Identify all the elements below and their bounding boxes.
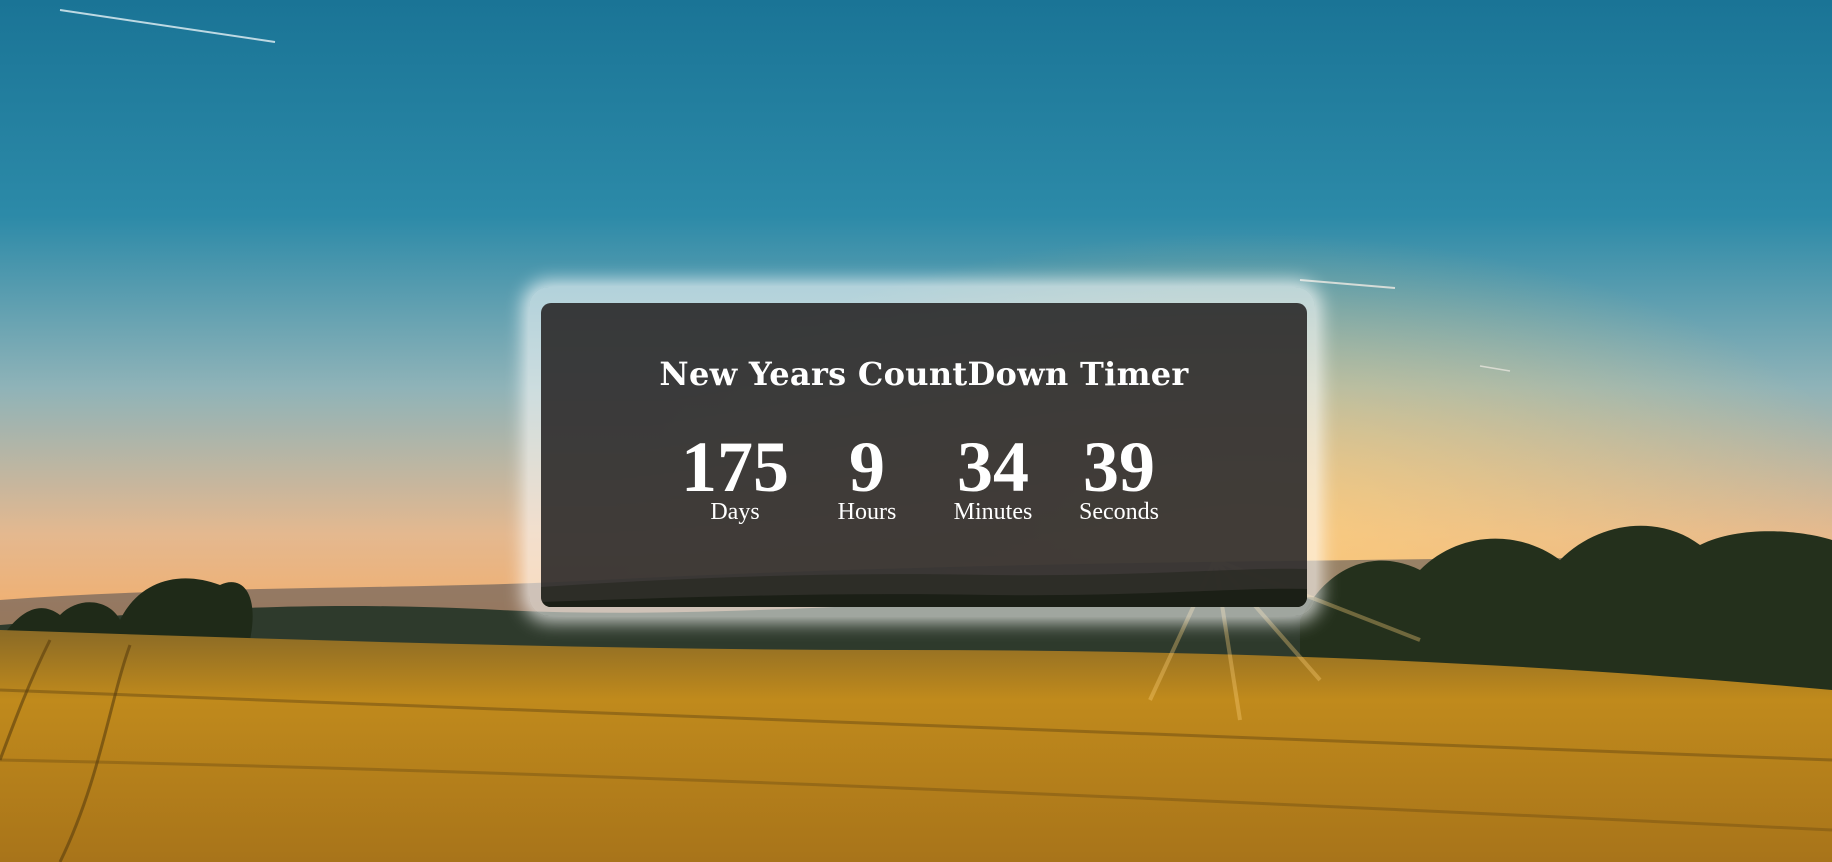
seconds-label: Seconds xyxy=(1079,499,1159,525)
days-value: 175 xyxy=(681,427,789,507)
minutes-label: Minutes xyxy=(953,499,1033,525)
countdown-hours: 9 Hours xyxy=(819,427,915,525)
card-background-hills xyxy=(541,568,1307,607)
hours-label: Hours xyxy=(837,499,897,525)
countdown-card: New Years CountDown Timer 175 Days 9 Hou… xyxy=(541,303,1307,607)
page-title: New Years CountDown Timer xyxy=(659,355,1189,393)
countdown-minutes: 34 Minutes xyxy=(945,427,1041,525)
countdown-units: 175 Days 9 Hours 34 Minutes 39 Seconds xyxy=(541,427,1307,525)
hours-value: 9 xyxy=(849,427,885,507)
days-label: Days xyxy=(710,499,760,525)
seconds-value: 39 xyxy=(1083,427,1155,507)
countdown-seconds: 39 Seconds xyxy=(1071,427,1167,525)
countdown-days: 175 Days xyxy=(681,427,789,525)
minutes-value: 34 xyxy=(957,427,1029,507)
